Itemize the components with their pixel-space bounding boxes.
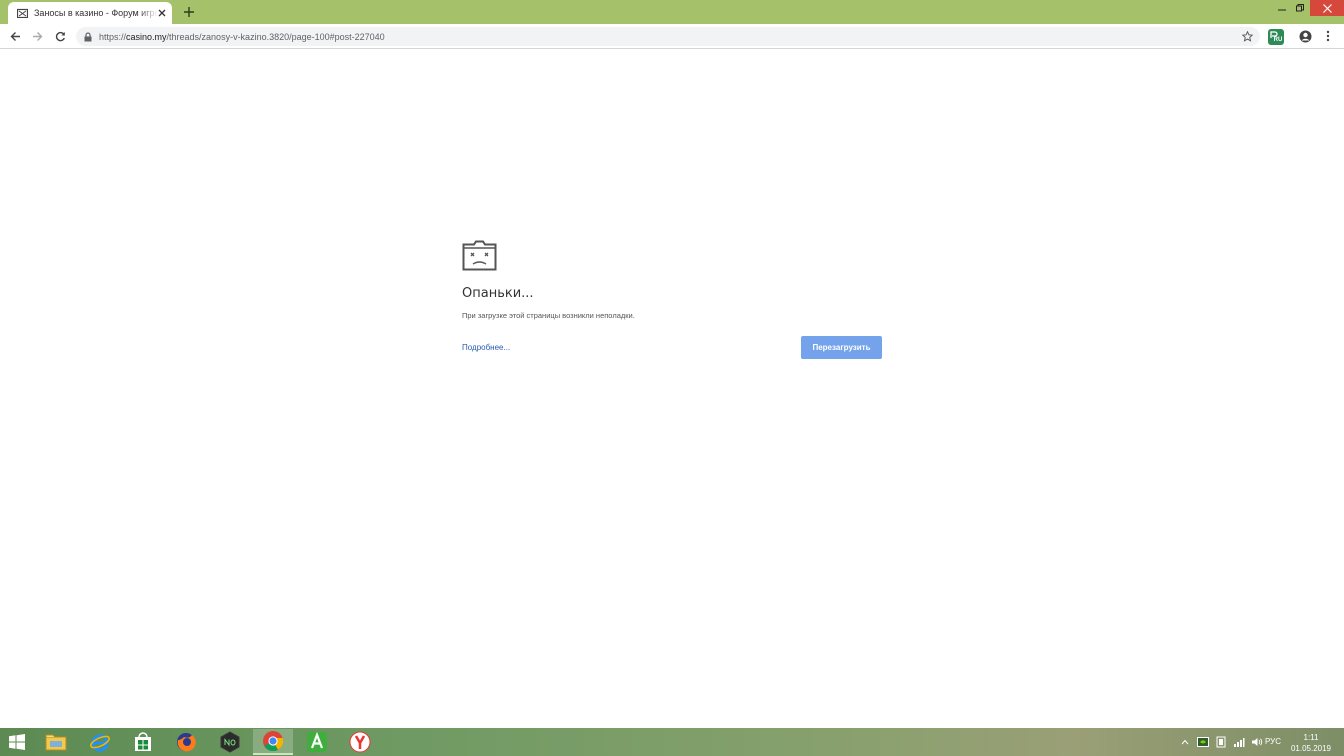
- back-button[interactable]: [7, 28, 23, 44]
- forward-button[interactable]: [29, 28, 45, 44]
- nox-icon: [220, 731, 240, 753]
- browser-tab[interactable]: Заносы в казино - Форум игроков: [8, 2, 172, 24]
- menu-dots-icon[interactable]: [1322, 29, 1334, 43]
- language-indicator[interactable]: РУС: [1265, 737, 1281, 746]
- bookmark-star-icon[interactable]: [1240, 29, 1254, 43]
- window-close-button[interactable]: [1310, 0, 1344, 16]
- minimize-icon: [1278, 9, 1286, 11]
- url-host: casino.my: [126, 31, 167, 42]
- address-bar[interactable]: https://casino.my/threads/zanosy-v-kazin…: [76, 27, 1260, 46]
- title-bar: Заносы в казино - Форум игроков: [0, 0, 1344, 24]
- minimize-button[interactable]: [1274, 0, 1290, 16]
- taskbar: РУС 1:11 01.05.2019: [0, 728, 1344, 756]
- store-icon: [135, 732, 151, 751]
- browser-toolbar: https://casino.my/threads/zanosy-v-kazin…: [0, 24, 1344, 49]
- network-signal-icon[interactable]: [1232, 735, 1246, 749]
- new-tab-button[interactable]: [181, 4, 197, 20]
- file-explorer-icon: [45, 734, 67, 751]
- maximize-icon: [1296, 4, 1304, 12]
- error-description: При загрузке этой страницы возникли непо…: [462, 311, 635, 320]
- nvidia-tray-icon[interactable]: [1196, 735, 1210, 749]
- chrome-icon: [263, 731, 284, 752]
- url-text[interactable]: https://casino.my/threads/zanosy-v-kazin…: [99, 32, 385, 42]
- extension-ru-button[interactable]: RU: [1268, 29, 1284, 45]
- error-heading: Опаньки...: [462, 286, 534, 301]
- android-icon: [307, 731, 327, 752]
- taskbar-nox[interactable]: [210, 729, 250, 755]
- url-scheme: https://: [99, 31, 127, 42]
- reload-page-button[interactable]: Перезагрузить: [801, 336, 882, 359]
- system-tray: [1176, 728, 1266, 756]
- reload-button[interactable]: [52, 28, 68, 44]
- clock-date: 01.05.2019: [1290, 744, 1332, 753]
- yandex-browser-icon: [349, 731, 371, 753]
- profile-icon[interactable]: [1298, 29, 1312, 43]
- tab-title: Заносы в казино - Форум игроков: [34, 8, 158, 18]
- taskbar-store[interactable]: [123, 729, 163, 755]
- chevron-up-icon[interactable]: [1178, 735, 1192, 749]
- clock-time: 1:11: [1303, 733, 1319, 742]
- volume-icon[interactable]: [1250, 735, 1264, 749]
- maximize-button[interactable]: [1292, 0, 1308, 16]
- taskbar-chrome[interactable]: [253, 729, 293, 755]
- error-actions: Подробнее... Перезагрузить: [462, 336, 882, 359]
- start-button[interactable]: [0, 728, 34, 756]
- taskbar-internet-explorer[interactable]: [80, 729, 120, 755]
- broken-page-icon: [16, 7, 28, 19]
- close-icon: [1322, 3, 1332, 13]
- firefox-icon: [177, 733, 196, 752]
- taskbar-yandex-browser[interactable]: [340, 729, 380, 755]
- arrow-left-icon: [10, 31, 20, 41]
- arrow-right-icon: [32, 31, 42, 41]
- taskbar-firefox[interactable]: [166, 729, 206, 755]
- reload-icon: [55, 31, 65, 41]
- url-path: /threads/zanosy-v-kazino.3820/page-100#p…: [166, 31, 385, 42]
- internet-explorer-icon: [90, 734, 110, 752]
- lock-icon[interactable]: [83, 31, 93, 43]
- extension-icon: [1270, 31, 1278, 38]
- plus-icon: [184, 7, 194, 17]
- error-page: Опаньки... При загрузке этой страницы во…: [462, 240, 882, 359]
- tab-close-icon[interactable]: [156, 7, 168, 19]
- sad-folder-icon: [462, 240, 498, 272]
- battery-icon[interactable]: [1214, 735, 1228, 749]
- taskbar-android[interactable]: [297, 729, 337, 755]
- clock[interactable]: 1:11 01.05.2019: [1290, 732, 1332, 754]
- details-link[interactable]: Подробнее...: [462, 343, 510, 352]
- windows-logo-icon: [9, 734, 25, 750]
- taskbar-file-explorer[interactable]: [36, 729, 76, 755]
